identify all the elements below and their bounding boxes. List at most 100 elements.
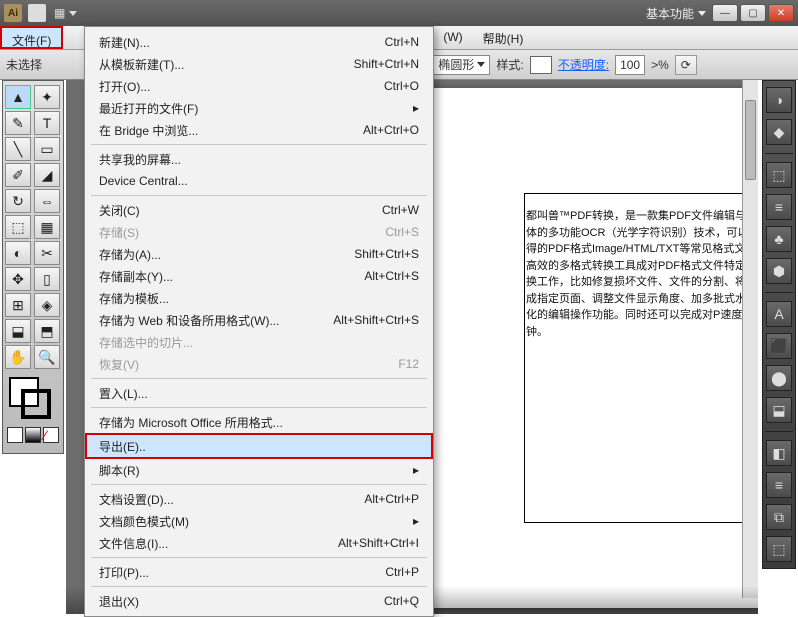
document-text: 都叫兽™PDF转换，是一款集PDF文件编辑与格式转换为一体的多功能OCR（光学字… bbox=[526, 208, 758, 340]
tool-button[interactable]: ◢ bbox=[34, 163, 60, 187]
scrollbar-thumb[interactable] bbox=[745, 100, 756, 180]
menu-item[interactable]: 在 Bridge 中浏览...Alt+Ctrl+O bbox=[85, 119, 433, 141]
opacity-field[interactable]: 100 bbox=[615, 55, 645, 75]
menu-item[interactable]: 关闭(C)Ctrl+W bbox=[85, 199, 433, 221]
panel-icon[interactable]: ◑ bbox=[766, 87, 792, 113]
document-tab-icon[interactable] bbox=[28, 4, 46, 22]
file-menu-dropdown: 新建(N)...Ctrl+N从模板新建(T)...Shift+Ctrl+N打开(… bbox=[84, 26, 434, 617]
menu-item-label: 文档颜色模式(M) bbox=[99, 513, 413, 530]
panel-icon[interactable]: ◧ bbox=[766, 440, 792, 466]
menu-item-label: 恢复(V) bbox=[99, 356, 398, 373]
menu-item-shortcut: Ctrl+Q bbox=[384, 594, 419, 608]
tool-button[interactable]: ▦ bbox=[34, 215, 60, 239]
menu-window[interactable]: (W) bbox=[433, 26, 472, 49]
panel-icon[interactable]: ≡ bbox=[766, 194, 792, 220]
tool-button[interactable]: ✎ bbox=[5, 111, 31, 135]
tool-button[interactable]: ⇔ bbox=[34, 189, 60, 213]
tool-button[interactable]: ⬚ bbox=[5, 215, 31, 239]
panel-icon[interactable]: ⬚ bbox=[766, 162, 792, 188]
right-panel-dock: ◑ ◆ ⬚ ≡ ♣ ⬢ A ⬛ ⬤ ⬓ ◧ ≡ ⧉ ⬚ bbox=[762, 80, 796, 569]
menu-item[interactable]: 存储副本(Y)...Alt+Ctrl+S bbox=[85, 265, 433, 287]
menu-item[interactable]: 文档设置(D)...Alt+Ctrl+P bbox=[85, 488, 433, 510]
panel-icon[interactable]: ⬛ bbox=[766, 333, 792, 359]
panel-icon[interactable]: ⧉ bbox=[766, 504, 792, 530]
menu-item[interactable]: 最近打开的文件(F)▸ bbox=[85, 97, 433, 119]
tool-button[interactable]: ✥ bbox=[5, 267, 31, 291]
separator bbox=[765, 292, 793, 293]
fill-stroke-swatch[interactable] bbox=[5, 377, 61, 421]
menu-item-label: 存储为 Microsoft Office 所用格式... bbox=[99, 414, 419, 431]
menu-item[interactable]: 存储为 Web 和设备所用格式(W)...Alt+Shift+Ctrl+S bbox=[85, 309, 433, 331]
menu-item[interactable]: 新建(N)...Ctrl+N bbox=[85, 31, 433, 53]
panel-icon[interactable]: ⬚ bbox=[766, 536, 792, 562]
close-button[interactable]: ✕ bbox=[768, 4, 794, 22]
menu-item-shortcut: Alt+Ctrl+P bbox=[364, 492, 419, 506]
tool-button[interactable]: ✐ bbox=[5, 163, 31, 187]
tool-button[interactable]: ⬓ bbox=[5, 319, 31, 343]
tool-button[interactable]: ↻ bbox=[5, 189, 31, 213]
tool-button[interactable]: ╲ bbox=[5, 137, 31, 161]
menu-item[interactable]: Device Central... bbox=[85, 170, 433, 192]
menu-item[interactable]: 退出(X)Ctrl+Q bbox=[85, 590, 433, 612]
menu-item[interactable]: 存储为 Microsoft Office 所用格式... bbox=[85, 411, 433, 433]
tool-button[interactable]: ✦ bbox=[34, 85, 60, 109]
panel-icon[interactable]: ⬤ bbox=[766, 365, 792, 391]
recolor-artwork-icon[interactable]: ⟳ bbox=[675, 55, 697, 75]
menu-item-shortcut: Alt+Shift+Ctrl+I bbox=[338, 536, 419, 550]
tool-button[interactable]: ⬒ bbox=[34, 319, 60, 343]
app-logo-icon: Ai bbox=[4, 4, 22, 22]
tool-button[interactable]: ✂ bbox=[34, 241, 60, 265]
stroke-swatch[interactable] bbox=[21, 389, 51, 419]
menu-item-shortcut: Alt+Ctrl+O bbox=[363, 123, 419, 137]
menu-item[interactable]: 置入(L)... bbox=[85, 382, 433, 404]
panel-icon[interactable]: ⬓ bbox=[766, 397, 792, 423]
color-mode-icon[interactable] bbox=[7, 427, 23, 443]
tool-button[interactable]: ▯ bbox=[34, 267, 60, 291]
tool-button[interactable]: ▲ bbox=[5, 85, 31, 109]
chevron-down-icon bbox=[698, 11, 706, 16]
menu-item[interactable]: 打开(O)...Ctrl+O bbox=[85, 75, 433, 97]
menu-item[interactable]: 导出(E).. bbox=[85, 433, 433, 459]
stroke-profile-field[interactable]: 椭圆形 bbox=[433, 55, 490, 75]
menu-item[interactable]: 存储为(A)...Shift+Ctrl+S bbox=[85, 243, 433, 265]
panel-icon[interactable]: ♣ bbox=[766, 226, 792, 252]
menu-item-label: 脚本(R) bbox=[99, 462, 413, 479]
menu-file[interactable]: 文件(F) bbox=[0, 26, 63, 49]
panel-icon[interactable]: ⬢ bbox=[766, 258, 792, 284]
menu-item[interactable]: 脚本(R)▸ bbox=[85, 459, 433, 481]
menu-item[interactable]: 共享我的屏幕... bbox=[85, 148, 433, 170]
vertical-scrollbar[interactable] bbox=[742, 80, 758, 598]
menu-item-label: 关闭(C) bbox=[99, 202, 382, 219]
menu-item-shortcut: Shift+Ctrl+N bbox=[354, 57, 419, 71]
style-swatch[interactable] bbox=[530, 56, 552, 74]
workspace-switcher[interactable]: 基本功能 bbox=[646, 5, 706, 22]
tool-button[interactable]: 🔍 bbox=[34, 345, 60, 369]
panel-icon[interactable]: ≡ bbox=[766, 472, 792, 498]
menu-item-shortcut: Ctrl+P bbox=[385, 565, 419, 579]
menu-item[interactable]: 文件信息(I)...Alt+Shift+Ctrl+I bbox=[85, 532, 433, 554]
panel-icon[interactable]: ◆ bbox=[766, 119, 792, 145]
tool-button[interactable]: ◈ bbox=[34, 293, 60, 317]
none-mode-icon[interactable]: ⁄ bbox=[43, 427, 59, 443]
opacity-label[interactable]: 不透明度: bbox=[558, 56, 609, 73]
menu-item[interactable]: 文档颜色模式(M)▸ bbox=[85, 510, 433, 532]
opacity-pct: >% bbox=[651, 58, 669, 72]
minimize-button[interactable]: — bbox=[712, 4, 738, 22]
menu-item-label: 文档设置(D)... bbox=[99, 491, 364, 508]
panel-icon[interactable]: A bbox=[766, 301, 792, 327]
menu-item[interactable]: 从模板新建(T)...Shift+Ctrl+N bbox=[85, 53, 433, 75]
separator bbox=[765, 431, 793, 432]
tool-button[interactable]: ✋ bbox=[5, 345, 31, 369]
tool-button[interactable]: T bbox=[34, 111, 60, 135]
menu-item-label: 存储副本(Y)... bbox=[99, 268, 364, 285]
tool-button[interactable]: ⊞ bbox=[5, 293, 31, 317]
tool-button[interactable]: ◐ bbox=[5, 241, 31, 265]
menu-item[interactable]: 存储为模板... bbox=[85, 287, 433, 309]
menu-item[interactable]: 打印(P)...Ctrl+P bbox=[85, 561, 433, 583]
chevron-down-icon bbox=[69, 11, 77, 16]
maximize-button[interactable]: ▢ bbox=[740, 4, 766, 22]
tool-button[interactable]: ▭ bbox=[34, 137, 60, 161]
arrange-documents-button[interactable]: ▦ bbox=[54, 6, 77, 20]
gradient-mode-icon[interactable] bbox=[25, 427, 41, 443]
menu-help[interactable]: 帮助(H) bbox=[473, 26, 534, 49]
